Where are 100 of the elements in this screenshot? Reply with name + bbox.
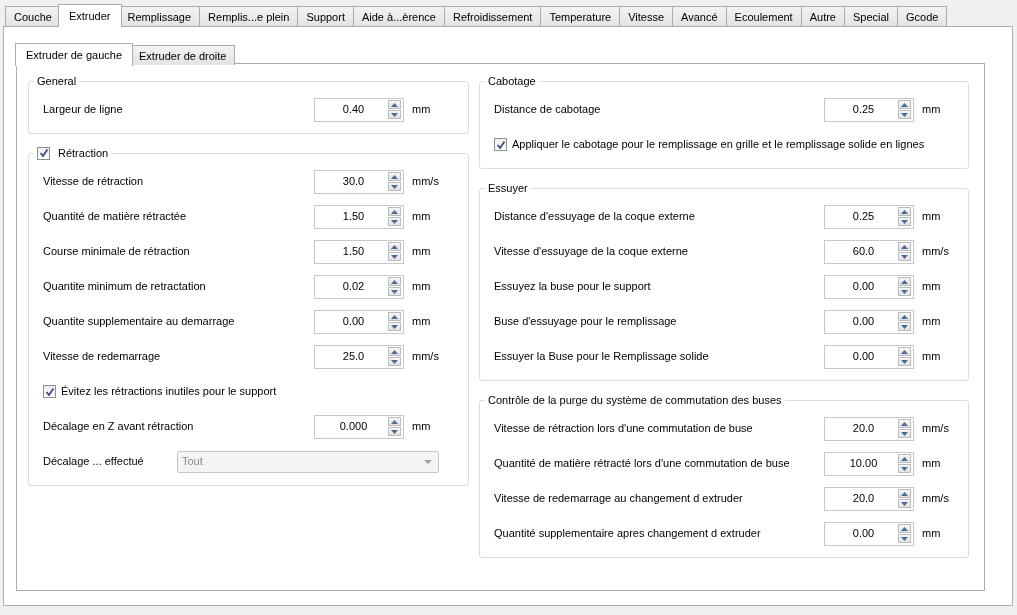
number-field[interactable]: 0.00 <box>824 309 914 334</box>
tab[interactable]: Support <box>297 6 354 26</box>
number-field[interactable]: 60.0 <box>824 239 914 264</box>
spin-up-button[interactable] <box>388 277 401 286</box>
number-field[interactable]: 1.50 <box>314 239 404 264</box>
number-field[interactable]: 0.00 <box>314 309 404 334</box>
tab[interactable]: Couche <box>5 6 61 26</box>
spin-up-button[interactable] <box>388 242 401 251</box>
checkmark-icon <box>495 139 506 150</box>
number-field[interactable]: 20.0 <box>824 416 914 441</box>
down-arrow-icon <box>391 219 398 224</box>
spin-down-button[interactable] <box>898 110 911 119</box>
spin-up-button[interactable] <box>388 347 401 356</box>
up-arrow-icon <box>391 349 398 354</box>
spin-up-button[interactable] <box>898 242 911 251</box>
number-field[interactable]: 0.00 <box>824 274 914 299</box>
up-arrow-icon <box>391 174 398 179</box>
up-arrow-icon <box>901 244 908 249</box>
tab[interactable]: Ecoulement <box>725 6 802 26</box>
number-field[interactable]: 20.0 <box>824 486 914 511</box>
spin-down-button[interactable] <box>388 217 401 226</box>
up-arrow-icon <box>391 209 398 214</box>
spin-down-button[interactable] <box>388 322 401 331</box>
number-field[interactable]: 0.25 <box>824 97 914 122</box>
spin-down-button[interactable] <box>388 110 401 119</box>
tab[interactable]: Refroidissement <box>443 6 542 26</box>
tab[interactable]: Temperature <box>540 6 621 26</box>
number-field[interactable]: 0.02 <box>314 274 404 299</box>
checkbox[interactable] <box>494 138 507 151</box>
spin-up-button[interactable] <box>898 312 911 321</box>
spin-down-button[interactable] <box>388 287 401 296</box>
tab[interactable]: Avancé <box>672 6 727 26</box>
spin-down-button[interactable] <box>898 464 911 473</box>
up-arrow-icon <box>391 244 398 249</box>
spin-up-button[interactable] <box>898 347 911 356</box>
spin-up-button[interactable] <box>388 312 401 321</box>
spin-up-button[interactable] <box>388 100 401 109</box>
number-field[interactable]: 30.0 <box>314 169 404 194</box>
tab[interactable]: Extruder de gauche <box>15 43 133 66</box>
down-arrow-icon <box>391 254 398 259</box>
checkbox[interactable] <box>43 385 56 398</box>
spin-down-button[interactable] <box>898 429 911 438</box>
tab[interactable]: Extruder <box>57 4 122 27</box>
spin-down-button[interactable] <box>898 499 911 508</box>
spin-up-button[interactable] <box>388 172 401 181</box>
tab[interactable]: Autre <box>800 6 845 26</box>
group-title: General <box>37 73 77 89</box>
spin-down-button[interactable] <box>898 217 911 226</box>
field-label: Quantité de matière rétractée <box>43 209 188 225</box>
spin-up-button[interactable] <box>388 417 401 426</box>
down-arrow-icon <box>901 536 908 541</box>
spin-up-button[interactable] <box>898 207 911 216</box>
checkmark-icon <box>44 386 55 397</box>
number-field[interactable]: 0.000 <box>314 414 404 439</box>
spin-down-button[interactable] <box>388 252 401 261</box>
group-title: Essuyer <box>488 180 528 196</box>
unit-label: mm/s <box>411 174 440 190</box>
spin-up-button[interactable] <box>388 207 401 216</box>
number-field[interactable]: 0.25 <box>824 204 914 229</box>
spin-up-button[interactable] <box>898 489 911 498</box>
spin-down-button[interactable] <box>388 182 401 191</box>
spin-down-button[interactable] <box>388 427 401 436</box>
number-field[interactable]: 0.00 <box>824 344 914 369</box>
down-arrow-icon <box>391 112 398 117</box>
spin-up-button[interactable] <box>898 419 911 428</box>
tab[interactable]: Gcode <box>897 6 948 26</box>
number-field[interactable]: 10.00 <box>824 451 914 476</box>
tab[interactable]: Remplis...e plein <box>199 6 299 26</box>
up-arrow-icon <box>901 421 908 426</box>
spin-up-button[interactable] <box>898 277 911 286</box>
tab[interactable]: Vitesse <box>619 6 674 26</box>
up-arrow-icon <box>901 456 908 461</box>
number-field[interactable]: 0.40 <box>314 97 404 122</box>
group-title: Cabotage <box>488 73 536 89</box>
unit-label: mm <box>411 419 432 435</box>
down-arrow-icon <box>391 184 398 189</box>
up-arrow-icon <box>901 314 908 319</box>
spin-down-button[interactable] <box>898 252 911 261</box>
spin-up-button[interactable] <box>898 524 911 533</box>
spin-up-button[interactable] <box>898 454 911 463</box>
unit-label: mm/s <box>411 349 440 365</box>
number-field[interactable]: 0.00 <box>824 521 914 546</box>
number-field[interactable]: 25.0 <box>314 344 404 369</box>
spin-down-button[interactable] <box>898 534 911 543</box>
spin-down-button[interactable] <box>898 357 911 366</box>
number-field[interactable]: 1.50 <box>314 204 404 229</box>
tab[interactable]: Aide à...èrence <box>352 6 445 26</box>
field-label: Largeur de ligne <box>43 102 124 118</box>
field-label: Quantite minimum de retractation <box>43 279 207 295</box>
spin-down-button[interactable] <box>388 357 401 366</box>
down-arrow-icon <box>391 359 398 364</box>
unit-label: mm <box>411 279 432 295</box>
checkbox[interactable] <box>37 146 50 160</box>
unit-label: mm <box>921 102 942 118</box>
unit-label: mm <box>411 209 432 225</box>
spin-down-button[interactable] <box>898 322 911 331</box>
spin-down-button[interactable] <box>898 287 911 296</box>
spin-up-button[interactable] <box>898 100 911 109</box>
tab[interactable]: Special <box>843 6 899 26</box>
tab[interactable]: Extruder de droite <box>130 45 236 65</box>
